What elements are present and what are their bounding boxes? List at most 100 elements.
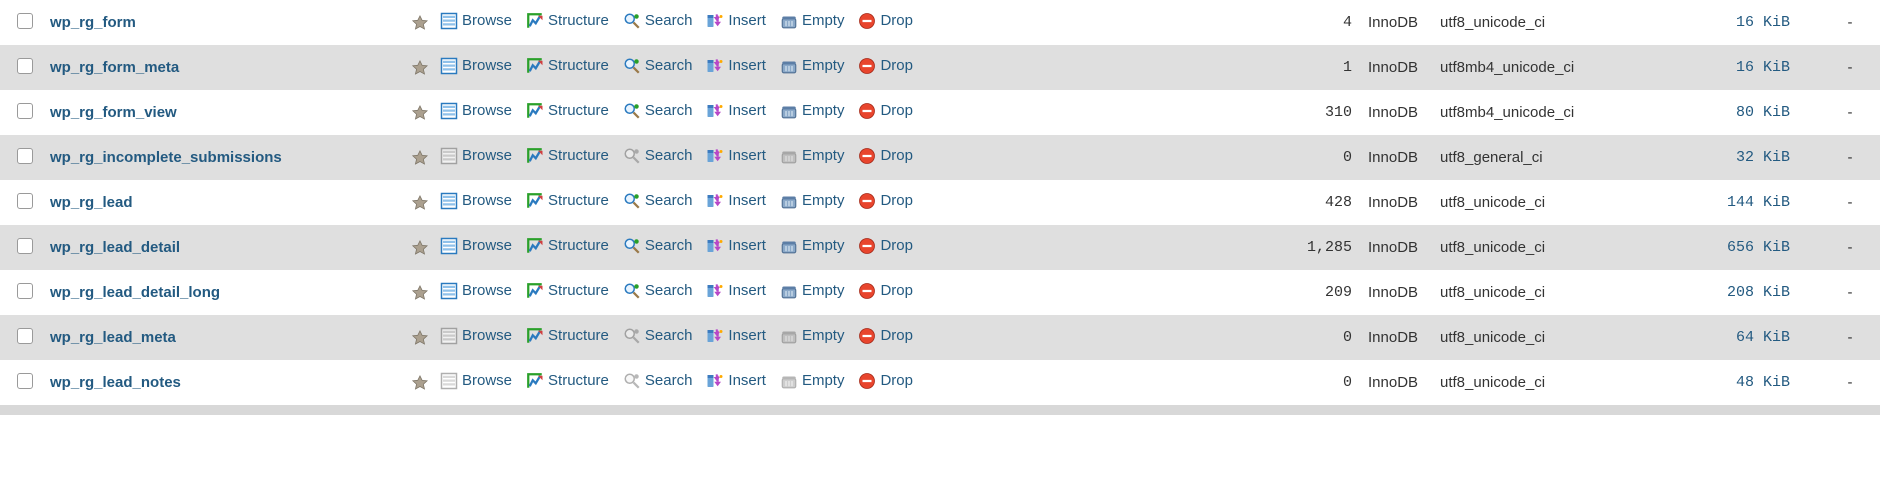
structure-action[interactable]: Structure: [526, 237, 609, 255]
browse-icon: [440, 102, 458, 120]
row-checkbox[interactable]: [17, 283, 33, 299]
browse-action[interactable]: Browse: [440, 102, 512, 120]
table-name-link[interactable]: wp_rg_incomplete_submissions: [50, 149, 282, 166]
insert-action[interactable]: Insert: [706, 147, 766, 165]
engine: InnoDB: [1360, 90, 1440, 135]
structure-action[interactable]: Structure: [526, 57, 609, 75]
structure-action[interactable]: Structure: [526, 282, 609, 300]
row-checkbox[interactable]: [17, 58, 33, 74]
search-action[interactable]: Search: [623, 372, 693, 390]
favorite-button[interactable]: [411, 13, 429, 30]
drop-action[interactable]: Drop: [858, 57, 913, 75]
row-checkbox[interactable]: [17, 328, 33, 344]
browse-action[interactable]: Browse: [440, 237, 512, 255]
table-name-link[interactable]: wp_rg_form_view: [50, 104, 177, 121]
table-name-link[interactable]: wp_rg_lead_detail: [50, 239, 180, 256]
favorite-button[interactable]: [411, 373, 429, 390]
empty-action[interactable]: Empty: [780, 12, 845, 30]
row-checkbox[interactable]: [17, 373, 33, 389]
favorite-button[interactable]: [411, 193, 429, 210]
favorite-button[interactable]: [411, 238, 429, 255]
browse-label: Browse: [462, 147, 512, 164]
favorite-button[interactable]: [411, 103, 429, 120]
table-name-link[interactable]: wp_rg_lead_notes: [50, 374, 181, 391]
insert-label: Insert: [728, 282, 766, 299]
drop-action[interactable]: Drop: [858, 237, 913, 255]
search-action[interactable]: Search: [623, 237, 693, 255]
insert-action[interactable]: Insert: [706, 192, 766, 210]
browse-action[interactable]: Browse: [440, 57, 512, 75]
drop-icon: [858, 147, 876, 165]
structure-action[interactable]: Structure: [526, 372, 609, 390]
empty-action[interactable]: Empty: [780, 372, 845, 390]
structure-action[interactable]: Structure: [526, 147, 609, 165]
favorite-button[interactable]: [411, 283, 429, 300]
table-name-link[interactable]: wp_rg_form: [50, 14, 136, 31]
search-action[interactable]: Search: [623, 192, 693, 210]
drop-label: Drop: [880, 372, 913, 389]
row-checkbox[interactable]: [17, 103, 33, 119]
empty-action[interactable]: Empty: [780, 102, 845, 120]
collation: utf8_general_ci: [1440, 135, 1670, 180]
overhead: -: [1820, 360, 1880, 405]
favorite-button[interactable]: [411, 328, 429, 345]
structure-action[interactable]: Structure: [526, 102, 609, 120]
row-count: 310: [1250, 90, 1360, 135]
structure-action[interactable]: Structure: [526, 192, 609, 210]
row-count: 4: [1250, 0, 1360, 45]
empty-action[interactable]: Empty: [780, 282, 845, 300]
row-checkbox[interactable]: [17, 148, 33, 164]
search-action[interactable]: Search: [623, 147, 693, 165]
row-checkbox[interactable]: [17, 13, 33, 29]
star-icon: [411, 329, 429, 347]
insert-action[interactable]: Insert: [706, 102, 766, 120]
search-label: Search: [645, 372, 693, 389]
insert-action[interactable]: Insert: [706, 57, 766, 75]
browse-action[interactable]: Browse: [440, 192, 512, 210]
drop-action[interactable]: Drop: [858, 102, 913, 120]
search-action[interactable]: Search: [623, 282, 693, 300]
browse-action[interactable]: Browse: [440, 282, 512, 300]
empty-action[interactable]: Empty: [780, 237, 845, 255]
empty-action[interactable]: Empty: [780, 192, 845, 210]
browse-action[interactable]: Browse: [440, 147, 512, 165]
empty-action[interactable]: Empty: [780, 327, 845, 345]
empty-label: Empty: [802, 12, 845, 29]
drop-action[interactable]: Drop: [858, 327, 913, 345]
empty-action[interactable]: Empty: [780, 147, 845, 165]
browse-action[interactable]: Browse: [440, 372, 512, 390]
favorite-button[interactable]: [411, 58, 429, 75]
insert-label: Insert: [728, 57, 766, 74]
insert-action[interactable]: Insert: [706, 327, 766, 345]
drop-action[interactable]: Drop: [858, 282, 913, 300]
structure-action[interactable]: Structure: [526, 327, 609, 345]
drop-action[interactable]: Drop: [858, 147, 913, 165]
insert-action[interactable]: Insert: [706, 12, 766, 30]
collation: utf8_unicode_ci: [1440, 180, 1670, 225]
table-name-link[interactable]: wp_rg_lead: [50, 194, 133, 211]
browse-action[interactable]: Browse: [440, 327, 512, 345]
search-action[interactable]: Search: [623, 327, 693, 345]
table-name-link[interactable]: wp_rg_form_meta: [50, 59, 179, 76]
insert-action[interactable]: Insert: [706, 372, 766, 390]
table-name-link[interactable]: wp_rg_lead_detail_long: [50, 284, 220, 301]
empty-label: Empty: [802, 282, 845, 299]
row-checkbox[interactable]: [17, 193, 33, 209]
search-action[interactable]: Search: [623, 12, 693, 30]
drop-action[interactable]: Drop: [858, 12, 913, 30]
table-name-link[interactable]: wp_rg_lead_meta: [50, 329, 176, 346]
search-action[interactable]: Search: [623, 57, 693, 75]
structure-label: Structure: [548, 102, 609, 119]
drop-action[interactable]: Drop: [858, 372, 913, 390]
favorite-button[interactable]: [411, 148, 429, 165]
search-action[interactable]: Search: [623, 102, 693, 120]
empty-action[interactable]: Empty: [780, 57, 845, 75]
insert-action[interactable]: Insert: [706, 282, 766, 300]
row-checkbox[interactable]: [17, 238, 33, 254]
browse-action[interactable]: Browse: [440, 12, 512, 30]
insert-action[interactable]: Insert: [706, 237, 766, 255]
drop-action[interactable]: Drop: [858, 192, 913, 210]
structure-action[interactable]: Structure: [526, 12, 609, 30]
browse-icon: [440, 147, 458, 165]
table-row: wp_rg_lead Browse Structure Search Insert Emp…: [0, 180, 1880, 225]
